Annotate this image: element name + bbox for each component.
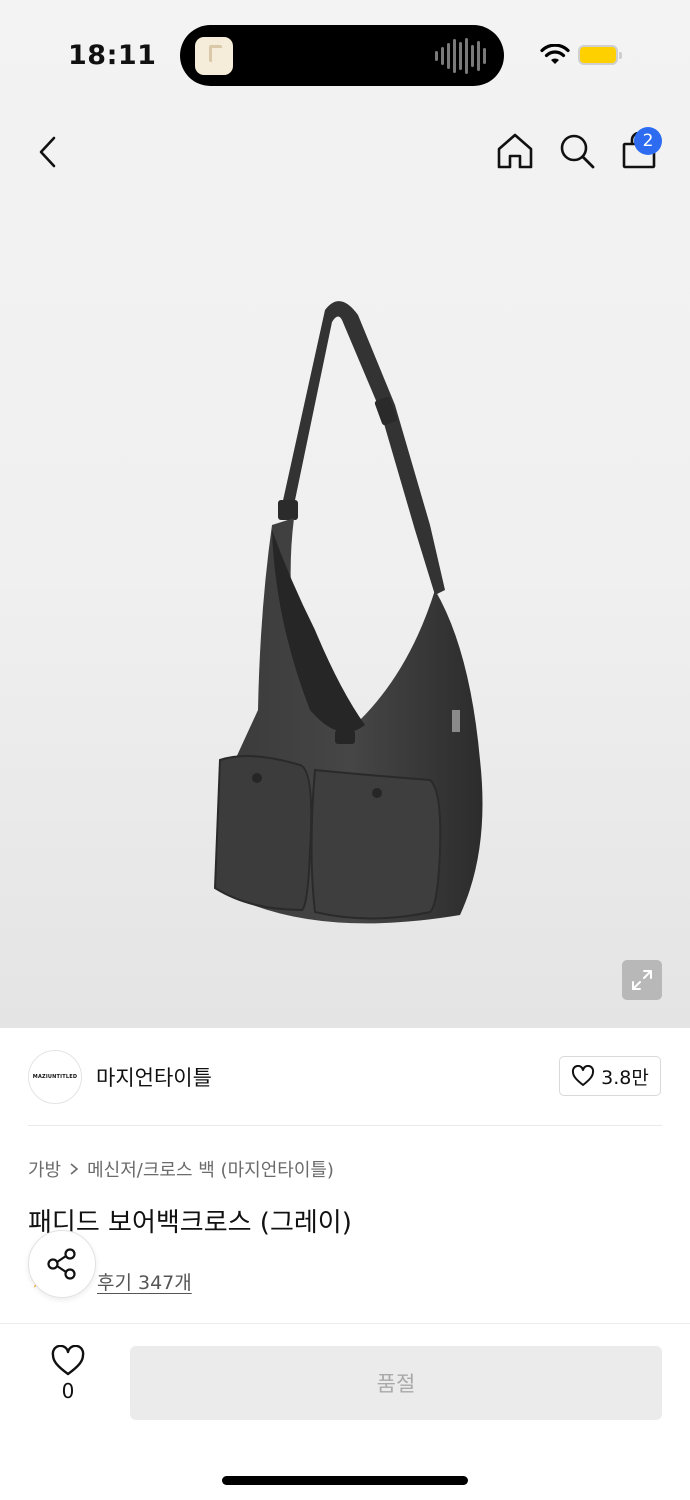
home-indicator [222, 1476, 468, 1485]
chevron-left-icon [39, 136, 56, 168]
expand-image-button[interactable] [622, 960, 662, 1000]
heart-icon [572, 1065, 595, 1086]
search-button[interactable] [554, 126, 600, 176]
share-icon [47, 1248, 76, 1280]
dynamic-island [180, 25, 504, 86]
breadcrumb: 가방 메신저/크로스 백 (마지언타이틀) [28, 1156, 334, 1182]
expand-icon [632, 970, 652, 990]
back-button[interactable] [24, 126, 72, 178]
sold-out-button[interactable]: 품절 [130, 1346, 662, 1420]
wishlist-button[interactable]: 0 [38, 1345, 98, 1417]
app-icon [195, 37, 233, 75]
breadcrumb-category[interactable]: 가방 [28, 1156, 61, 1182]
reviews-link[interactable]: 후기 347개 [97, 1268, 192, 1295]
wifi-icon [540, 44, 570, 64]
divider [28, 1125, 662, 1126]
brand-like-button[interactable]: 3.8만 [559, 1056, 661, 1096]
audio-wave-icon [435, 38, 486, 74]
home-button[interactable] [492, 126, 538, 176]
chevron-right-icon [70, 1163, 79, 1175]
brand-like-count: 3.8만 [601, 1066, 649, 1089]
bottom-divider [0, 1323, 690, 1324]
product-photo [213, 301, 483, 924]
home-icon [497, 133, 533, 169]
brand-name[interactable]: 마지언타이틀 [96, 1062, 212, 1092]
share-button[interactable] [28, 1230, 96, 1298]
battery-icon [578, 45, 622, 65]
status-time: 18:11 [68, 40, 157, 71]
search-icon [560, 134, 595, 169]
product-image-area: 18:11 2 [0, 0, 690, 1028]
wishlist-count: 0 [61, 1379, 75, 1403]
brand-logo[interactable]: MAZIUNTITLED [28, 1050, 82, 1104]
cart-badge: 2 [634, 127, 662, 155]
breadcrumb-subcategory[interactable]: 메신저/크로스 백 (마지언타이틀) [87, 1156, 334, 1182]
heart-icon [51, 1345, 85, 1376]
